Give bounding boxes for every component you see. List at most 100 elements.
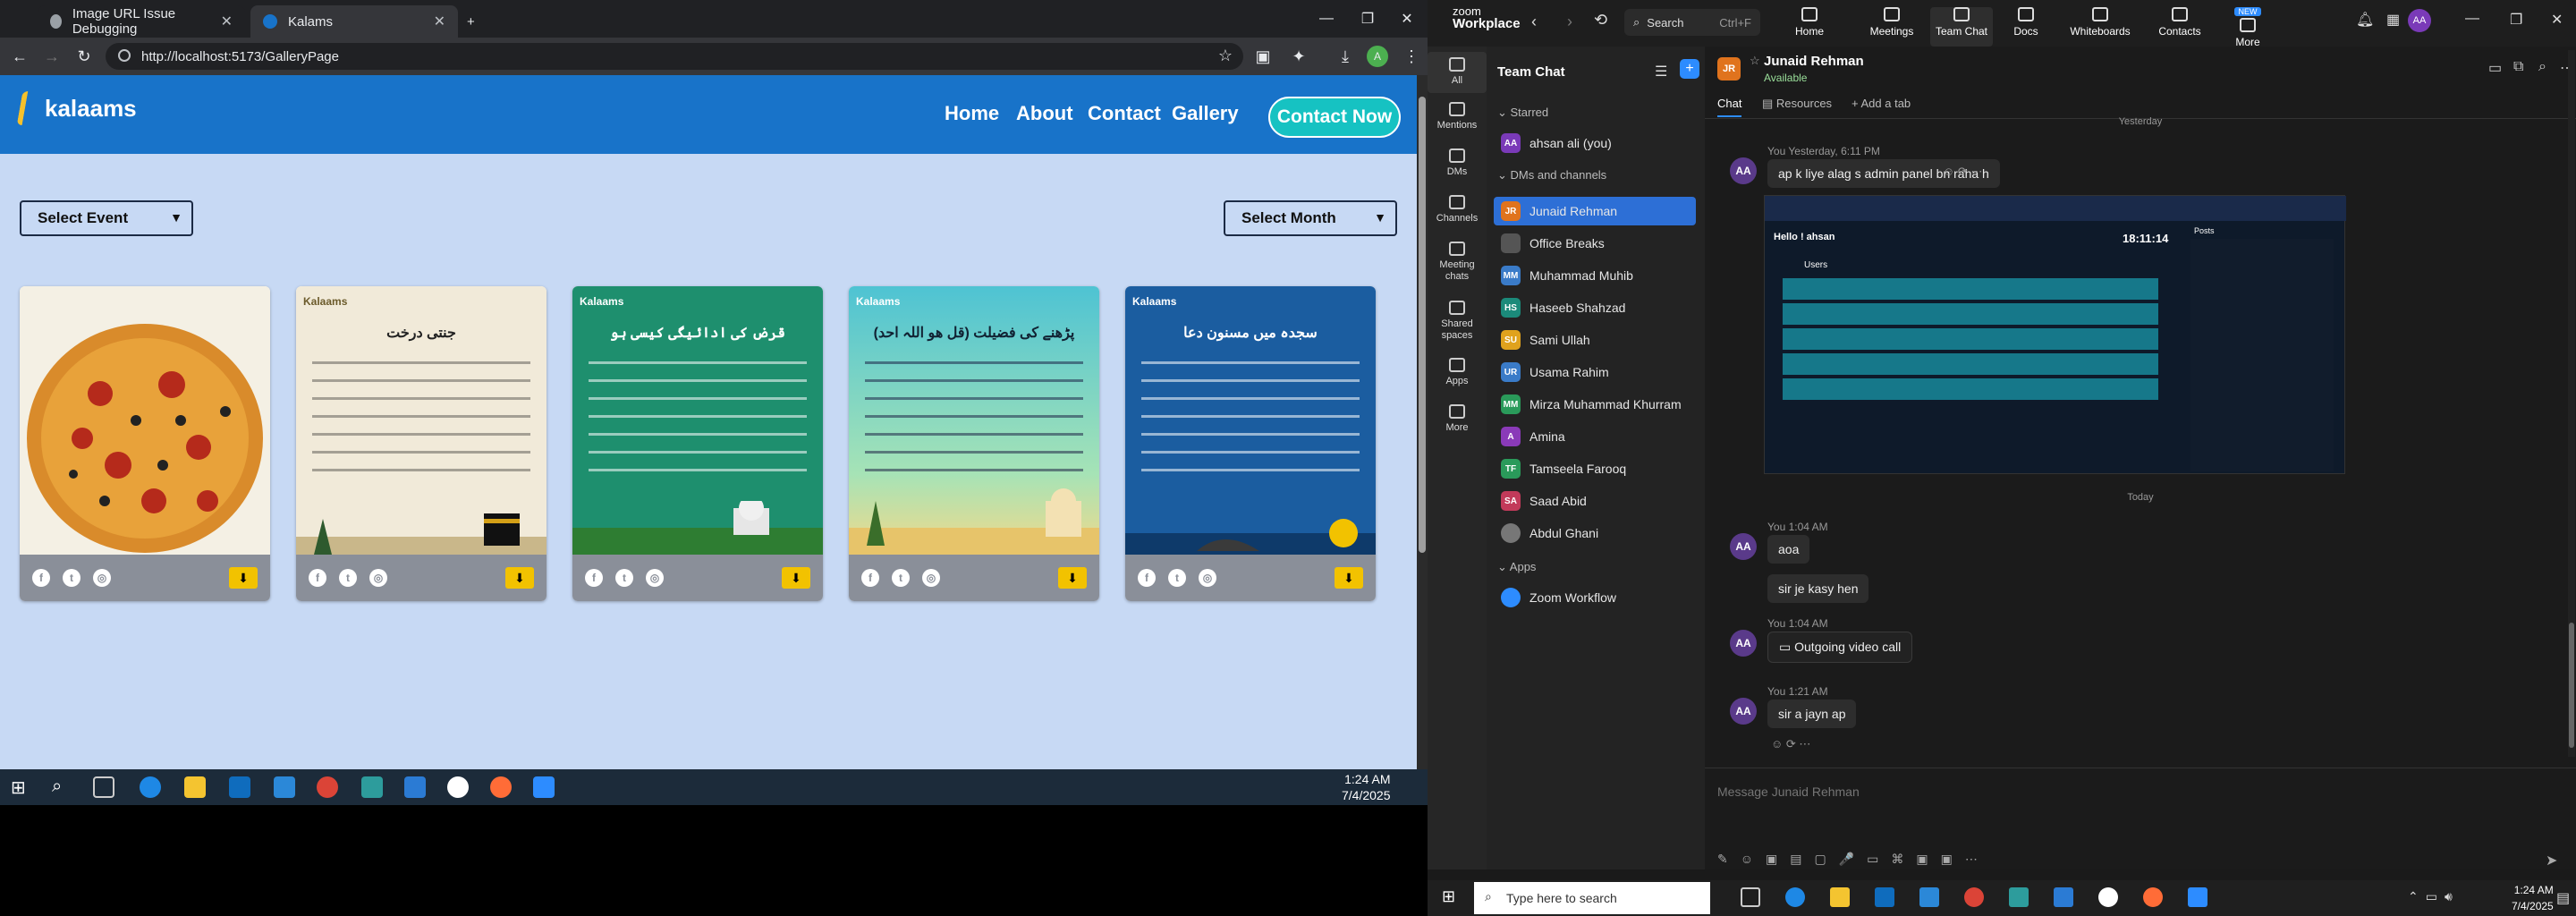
new-chat-button[interactable]: + (1680, 59, 1699, 79)
list-item[interactable]: MM Mirza Muhammad Khurram (1494, 390, 1696, 419)
nav-docs[interactable]: Docs (1995, 7, 2057, 38)
system-tray-icons[interactable]: ⌃▭🔊︎ (2408, 889, 2460, 904)
twitter-icon[interactable]: t (615, 569, 633, 587)
forward-icon[interactable]: → (41, 46, 63, 67)
composer-toolbar[interactable]: ✎☺▣▤▢🎤▭⌘▣▣⋯ (1717, 852, 1990, 867)
send-icon[interactable]: ➤ (2546, 852, 2557, 869)
nav-meetings[interactable]: Meetings (1860, 7, 1923, 38)
file-explorer-icon[interactable] (1830, 887, 1850, 907)
scrollbar-thumb[interactable] (2569, 623, 2574, 748)
facebook-icon[interactable]: f (861, 569, 879, 587)
nav-contact[interactable]: Contact (1088, 102, 1161, 125)
new-tab-button[interactable]: + (462, 5, 488, 38)
postman-icon[interactable] (2143, 887, 2163, 907)
download-button[interactable]: ⬇ (1335, 567, 1363, 589)
sidebar-more[interactable]: More (1428, 404, 1487, 434)
vscode-icon[interactable] (2054, 887, 2073, 907)
bookmark-star-icon[interactable]: ☆ (1218, 47, 1233, 65)
download-button[interactable]: ⬇ (505, 567, 534, 589)
sidebar-channels[interactable]: Channels (1428, 195, 1487, 225)
dms-header[interactable]: ⌄ DMs and channels (1497, 168, 1606, 182)
twitter-icon[interactable]: t (1168, 569, 1186, 587)
list-item[interactable]: Abdul Ghani (1494, 519, 1696, 547)
page-scrollbar[interactable] (1417, 75, 1428, 769)
site-info-icon[interactable] (118, 49, 131, 62)
list-item-junaid[interactable]: JR Junaid Rehman (1494, 197, 1696, 225)
windows-start-icon[interactable]: ⊞ (11, 776, 32, 798)
reaction-icons[interactable]: ☺ ⟳ ⋯ (1771, 737, 1810, 751)
minimize-icon[interactable]: — (2465, 11, 2479, 27)
store-icon[interactable] (1875, 887, 1894, 907)
message-input[interactable] (1717, 778, 2558, 805)
chrome-icon[interactable] (1964, 887, 1984, 907)
download-button[interactable]: ⬇ (782, 567, 810, 589)
list-item[interactable]: SU Sami Ullah (1494, 326, 1696, 354)
facebook-icon[interactable]: f (1138, 569, 1156, 587)
card-image[interactable]: Kalaams سجدہ میں مسنون دعا (1125, 286, 1376, 555)
filter-icon[interactable]: ☰ (1655, 63, 1667, 81)
video-icon[interactable]: ▭ (2488, 59, 2502, 77)
search-icon[interactable]: ⌕ (2538, 59, 2546, 75)
nav-contacts[interactable]: Contacts (2148, 7, 2211, 38)
download-button[interactable]: ⬇ (229, 567, 258, 589)
profile-avatar[interactable]: AA (2408, 9, 2431, 32)
sidebar-all[interactable]: All (1428, 52, 1487, 93)
twitter-icon[interactable]: t (63, 569, 80, 587)
maximize-icon[interactable]: ❐ (1347, 0, 1388, 38)
contact-now-button[interactable]: Contact Now (1268, 97, 1401, 138)
twitter-icon[interactable]: t (339, 569, 357, 587)
sidebar-mentions[interactable]: Mentions (1428, 102, 1487, 131)
apps-header[interactable]: ⌄ Apps (1497, 560, 1536, 574)
address-bar[interactable]: http://localhost:5173/GalleryPage ☆ (106, 43, 1243, 70)
search-icon[interactable]: ⌕ (52, 776, 73, 798)
minimize-icon[interactable]: — (1306, 0, 1347, 38)
nav-whiteboards[interactable]: Whiteboards (2063, 7, 2138, 38)
nav-home[interactable]: Home (1778, 7, 1841, 38)
download-button[interactable]: ⬇ (1058, 567, 1087, 589)
forward-icon[interactable]: › (1567, 13, 1572, 31)
popout-icon[interactable]: ⧉ (2513, 59, 2523, 75)
select-month-dropdown[interactable]: Select Month ▼ (1224, 200, 1397, 236)
windows-search-box[interactable]: ⌕ Type here to search (1474, 882, 1710, 914)
nav-home[interactable]: Home (945, 102, 999, 125)
reload-icon[interactable]: ↻ (73, 46, 95, 67)
history-icon[interactable]: ⟲ (1594, 11, 1607, 30)
task-view-icon[interactable] (93, 776, 114, 798)
twitter-icon[interactable]: t (892, 569, 910, 587)
nav-team-chat[interactable]: Team Chat (1930, 7, 1993, 47)
app-icon[interactable] (2009, 887, 2029, 907)
windows-start-icon[interactable]: ⊞ (1442, 887, 1462, 907)
close-window-icon[interactable]: ✕ (1386, 0, 1428, 38)
tab-chat[interactable]: Chat (1717, 97, 1742, 117)
card-image[interactable]: Kalaams جنتی درخت (296, 286, 547, 555)
list-item-self[interactable]: AA ahsan ali (you) (1494, 129, 1696, 157)
chat-title[interactable]: Junaid Rehman (1764, 54, 1864, 69)
tab-image-url-debugging[interactable]: Image URL Issue Debugging ✕ (38, 5, 245, 38)
postman-icon[interactable] (490, 776, 512, 798)
back-icon[interactable]: ← (9, 46, 30, 67)
card-image[interactable]: Kalaams (قل ھو اللہ احد) پڑھنے کی فضیلت (849, 286, 1099, 555)
extension-icon[interactable]: ▣ (1252, 46, 1274, 67)
message-bubble[interactable]: sir a jayn ap (1767, 700, 1857, 728)
instagram-icon[interactable]: ◎ (93, 569, 111, 587)
add-tab-button[interactable]: + Add a tab (1852, 97, 1911, 110)
message-bubble[interactable]: aoa (1767, 535, 1810, 564)
nav-about[interactable]: About (1016, 102, 1073, 125)
nav-more[interactable]: NEW More (2216, 7, 2279, 48)
file-explorer-icon[interactable] (184, 776, 206, 798)
list-item[interactable]: A Amina (1494, 422, 1696, 451)
vscode-icon[interactable] (404, 776, 426, 798)
team-chat-title[interactable]: Team Chat (1497, 64, 1565, 80)
github-desktop-icon[interactable] (2098, 887, 2118, 907)
facebook-icon[interactable]: f (585, 569, 603, 587)
list-item[interactable]: TF Tamseela Farooq (1494, 454, 1696, 483)
video-call-card[interactable]: ▭ Outgoing video call (1767, 632, 1913, 663)
star-icon[interactable]: ☆ (1750, 54, 1760, 68)
edge-icon[interactable] (140, 776, 161, 798)
starred-header[interactable]: ⌄ Starred (1497, 106, 1548, 120)
download-icon[interactable]: ⤓ (1335, 46, 1356, 67)
extensions-puzzle-icon[interactable]: ✦ (1288, 46, 1309, 67)
tab-resources[interactable]: ▤ Resources (1762, 97, 1832, 111)
list-item[interactable]: SA Saad Abid (1494, 487, 1696, 515)
screenshot-attachment[interactable]: Hello ! ahsan 18:11:14 Users Posts (1764, 195, 2346, 474)
